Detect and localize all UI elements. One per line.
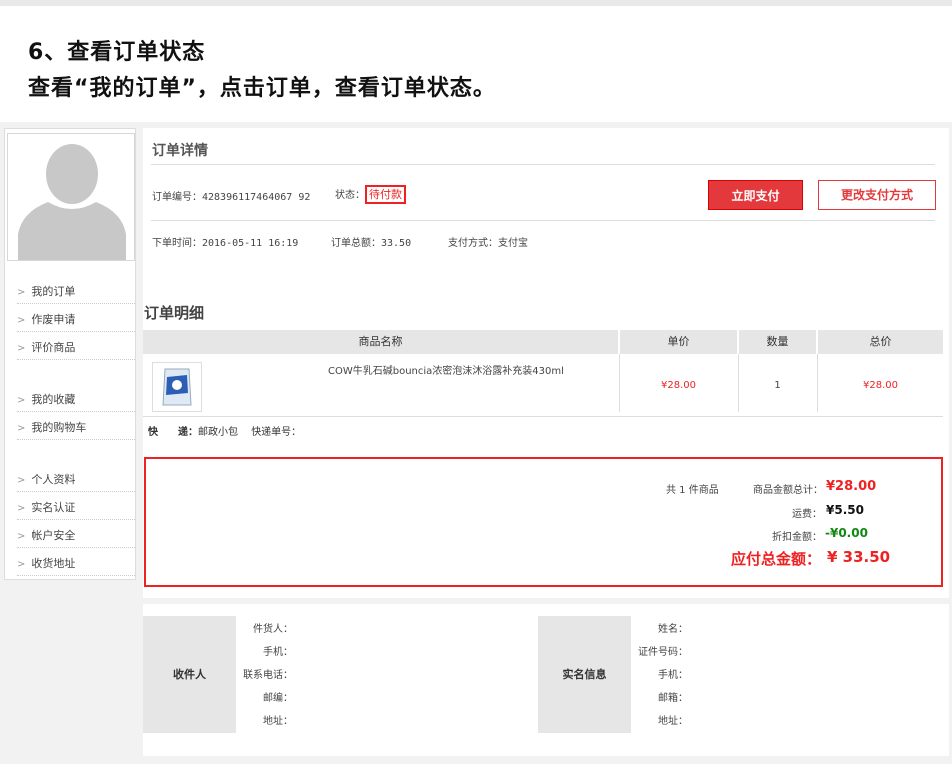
change-payment-button[interactable]: 更改支付方式: [818, 180, 936, 210]
receiver-field-label: 手机：: [263, 647, 293, 658]
avatar[interactable]: [7, 133, 135, 261]
status-badge: 待付款: [365, 185, 406, 204]
sidebar-item-label: 我的订单: [31, 285, 76, 298]
chevron-right-icon: >: [17, 395, 26, 406]
shipping-label: 运费：: [792, 509, 822, 520]
order-status: 状态： 待付款: [335, 185, 406, 204]
chevron-right-icon: >: [17, 343, 26, 354]
receiver-field-label: 联系电话：: [243, 670, 293, 681]
order-detail-title: 订单详情: [152, 143, 208, 159]
receiver-field-label: 地址：: [263, 716, 293, 727]
step-subtitle: 查看“我的订单”，点击订单，查看订单状态。: [28, 76, 496, 101]
chevron-right-icon: >: [17, 423, 26, 434]
order-number: 订单编号：428396117464067 92: [152, 188, 310, 203]
sidebar-item-label: 实名认证: [31, 501, 76, 514]
divider: [151, 164, 935, 165]
sidebar-item-label: 我的收藏: [31, 393, 76, 406]
receiver-field-label: 邮编：: [263, 693, 293, 704]
goods-total-value: ¥28.00: [826, 479, 877, 494]
unit-price: ¥28.00: [661, 380, 696, 391]
sidebar-item-label: 收货地址: [31, 557, 76, 570]
user-silhouette-icon: [8, 134, 134, 260]
divider: [151, 220, 935, 221]
tracking-label: 快递单号：: [251, 427, 302, 438]
order-time-label: 下单时间：: [152, 238, 202, 249]
pay-now-button[interactable]: 立即支付: [708, 180, 803, 210]
order-items-title: 订单明细: [144, 304, 205, 322]
payment-method: 支付方式：支付宝: [448, 234, 528, 249]
express-value: 邮政小包: [198, 427, 238, 438]
sidebar-item-label: 我的购物车: [31, 421, 87, 434]
step-title: 6、查看订单状态: [28, 40, 206, 65]
order-time-value: 2016-05-11 16:19: [202, 238, 299, 249]
order-total: 订单总额：33.50: [331, 234, 411, 249]
column-header-unit-price: 单价: [620, 330, 737, 354]
sidebar-item-address[interactable]: > 收货地址: [17, 552, 135, 576]
receiver-block-label: 收件人: [143, 616, 236, 733]
product-thumbnail[interactable]: [152, 362, 202, 412]
column-header-qty: 数量: [739, 330, 816, 354]
status-label: 状态：: [335, 190, 365, 201]
sidebar-item-review-products[interactable]: > 评价商品: [17, 336, 135, 360]
account-sidebar: > 我的订单 > 作废申请 > 评价商品 > 我的收藏 > 我的购物车 > 个人资料 > 实名…: [4, 128, 136, 580]
chevron-right-icon: >: [17, 559, 26, 570]
chevron-right-icon: >: [17, 503, 26, 514]
order-summary-box: 共 1 件商品 商品金额总计： ¥28.00 运费： ¥5.50 折扣金额： -…: [144, 457, 943, 587]
express-label: 快 递：: [148, 427, 198, 438]
instruction-heading: 6、查看订单状态 查看“我的订单”，点击订单，查看订单状态。: [0, 6, 952, 122]
sidebar-item-label: 评价商品: [31, 341, 76, 354]
discount-label: 折扣金额：: [772, 532, 822, 543]
goods-total-label: 商品金额总计：: [753, 485, 823, 496]
sidebar-item-label: 帐户安全: [31, 529, 76, 542]
chevron-right-icon: >: [17, 531, 26, 542]
sidebar-item-label: 作废申请: [31, 313, 76, 326]
chevron-right-icon: >: [17, 475, 26, 486]
express-info: 快 递：邮政小包 快递单号：: [148, 423, 301, 438]
payment-method-value: 支付宝: [498, 238, 528, 249]
column-header-total: 总价: [818, 330, 943, 354]
realname-field-label: 地址：: [658, 716, 688, 727]
chevron-right-icon: >: [17, 287, 26, 298]
receiver-field-label: 件货人：: [253, 624, 293, 635]
order-detail-panel: 订单详情 订单编号：428396117464067 92 状态： 待付款 立即支付…: [143, 128, 949, 598]
discount-value: -¥0.00: [825, 526, 868, 540]
sidebar-item-account-security[interactable]: > 帐户安全: [17, 524, 135, 548]
product-name[interactable]: COW牛乳石碱bouncia浓密泡沫沐浴露补充装430ml: [328, 362, 564, 377]
table-row: COW牛乳石碱bouncia浓密泡沫沐浴露补充装430ml ¥28.00 1 ¥…: [143, 354, 943, 417]
quantity: 1: [774, 380, 781, 391]
item-count: 共 1 件商品: [666, 485, 719, 496]
realname-field-label: 姓名：: [658, 624, 688, 635]
sidebar-item-favorites[interactable]: > 我的收藏: [17, 388, 135, 412]
payable-value: ¥ 33.50: [827, 548, 891, 566]
column-header-name: 商品名称: [143, 330, 618, 354]
realname-field-label: 邮箱：: [658, 693, 688, 704]
realname-field-label: 证件号码：: [638, 647, 688, 658]
sidebar-item-label: 个人资料: [31, 473, 76, 486]
sidebar-item-realname[interactable]: > 实名认证: [17, 496, 135, 520]
sidebar-item-profile[interactable]: > 个人资料: [17, 468, 135, 492]
sidebar-item-cart[interactable]: > 我的购物车: [17, 416, 135, 440]
shipping-value: ¥5.50: [826, 503, 864, 517]
chevron-right-icon: >: [17, 315, 26, 326]
order-total-label: 订单总额：: [331, 238, 381, 249]
row-total: ¥28.00: [863, 380, 898, 391]
order-total-value: 33.50: [381, 238, 412, 249]
order-time: 下单时间：2016-05-11 16:19: [152, 234, 298, 249]
order-number-label: 订单编号：: [152, 192, 202, 203]
realname-field-label: 手机：: [658, 670, 688, 681]
payment-method-label: 支付方式：: [448, 238, 498, 249]
payable-label: 应付总金额：: [731, 550, 822, 568]
sidebar-item-my-orders[interactable]: > 我的订单: [17, 280, 135, 304]
product-pouch-icon: [162, 368, 192, 406]
sidebar-item-void-request[interactable]: > 作废申请: [17, 308, 135, 332]
order-number-value: 428396117464067 92: [202, 192, 311, 203]
realname-block-label: 实名信息: [538, 616, 631, 733]
receiver-info-panel: 收件人 件货人： 手机： 联系电话： 邮编： 地址： 实名信息 姓名： 证件号码…: [143, 604, 949, 756]
